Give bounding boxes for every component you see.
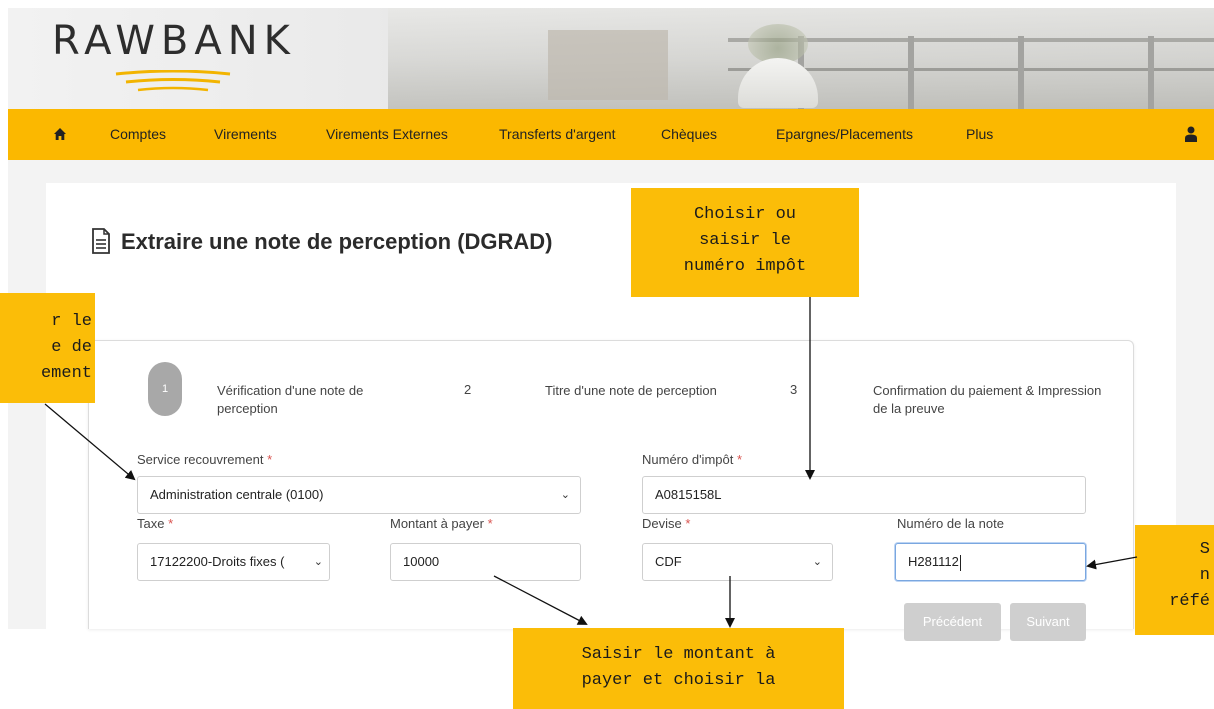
step-2-badge: 2: [464, 382, 472, 397]
currency-select[interactable]: CDF ⌄: [642, 543, 833, 581]
service-label: Service recouvrement *: [137, 452, 273, 467]
amount-value: 10000: [403, 554, 440, 569]
chevron-down-icon: ⌄: [313, 544, 323, 580]
taxe-select-value: 17122200-Droits fixes (: [150, 554, 285, 569]
user-icon[interactable]: [1185, 126, 1197, 142]
taxe-label: Taxe *: [137, 516, 174, 531]
chevron-down-icon: ⌄: [812, 556, 822, 568]
amount-input[interactable]: 10000: [390, 543, 581, 581]
tax-number-label: Numéro d'impôt *: [642, 452, 743, 467]
currency-select-value: CDF: [655, 554, 682, 569]
banner-photo-shelf: [548, 30, 668, 100]
home-icon[interactable]: [53, 127, 67, 141]
page-title: Extraire une note de perception (DGRAD): [121, 229, 553, 254]
note-number-value: H281112: [908, 554, 959, 569]
nav-item-plus[interactable]: Plus: [966, 109, 993, 160]
main-nav: Comptes Virements Virements Externes Tra…: [8, 109, 1214, 160]
tax-number-input[interactable]: A0815158L: [642, 476, 1086, 514]
nav-item-comptes[interactable]: Comptes: [110, 109, 166, 160]
service-select[interactable]: Administration centrale (0100) ⌄: [137, 476, 581, 514]
callout-service: r le e de ement: [0, 293, 95, 403]
document-icon: [92, 228, 110, 254]
nav-item-epargnes[interactable]: Epargnes/Placements: [776, 109, 913, 160]
step-1-badge[interactable]: 1: [148, 362, 182, 416]
note-number-label: Numéro de la note: [897, 516, 1004, 531]
callout-note-number: S n réfé: [1135, 525, 1214, 635]
step-1-label: Vérification d'une note de perception: [217, 383, 364, 416]
service-select-value: Administration centrale (0100): [150, 487, 324, 502]
taxe-select[interactable]: 17122200-Droits fixes ( ⌄: [137, 543, 330, 581]
note-number-input[interactable]: H281112: [895, 543, 1086, 581]
text-caret: [959, 554, 961, 571]
currency-label: Devise *: [642, 516, 691, 531]
logo-swoosh-icon: [115, 70, 231, 92]
callout-amount: Saisir le montant à payer et choisir la: [513, 628, 844, 709]
tax-number-value: A0815158L: [655, 487, 722, 502]
step-3-label: Confirmation du paiement & Impression de…: [873, 383, 1102, 416]
banner-photo-post: [908, 36, 914, 109]
next-button[interactable]: Suivant: [1010, 603, 1086, 641]
amount-label: Montant à payer *: [390, 516, 493, 531]
previous-button[interactable]: Précédent: [904, 603, 1001, 641]
chevron-down-icon: ⌄: [560, 489, 570, 501]
nav-item-virements-externes[interactable]: Virements Externes: [326, 109, 448, 160]
banner-photo-post: [1148, 36, 1154, 109]
banner-photo-post: [1018, 36, 1024, 109]
nav-item-cheques[interactable]: Chèques: [661, 109, 717, 160]
nav-item-virements[interactable]: Virements: [214, 109, 277, 160]
brand-logo[interactable]: RAWBANK: [52, 18, 296, 64]
step-2-label: Titre d'une note de perception: [545, 383, 717, 398]
nav-item-transferts[interactable]: Transferts d'argent: [499, 109, 616, 160]
step-3-badge: 3: [790, 382, 798, 397]
callout-tax-number: Choisir ou saisir le numéro impôt: [631, 188, 859, 297]
